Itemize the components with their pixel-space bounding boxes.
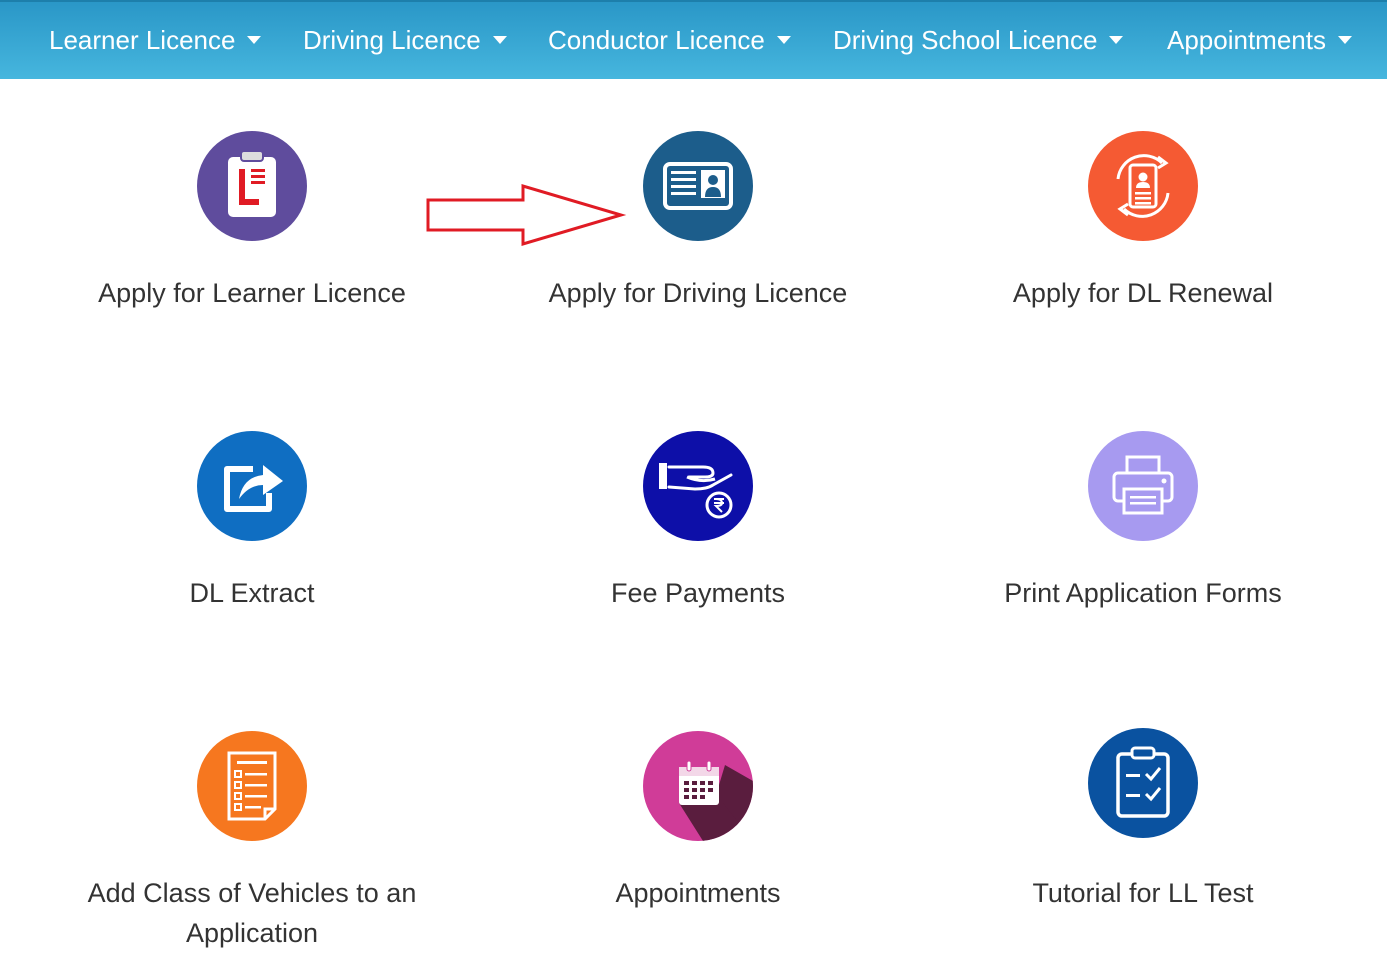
tile-apply-learner-licence-label: Apply for Learner Licence (98, 278, 406, 308)
tile-dl-extract-label: DL Extract (189, 578, 315, 608)
tile-add-class-of-vehicles[interactable]: Add Class of Vehicles to an Application (32, 731, 472, 953)
tile-apply-dl-renewal[interactable]: Apply for DL Renewal (923, 131, 1363, 313)
nav-driving-licence-label: Driving Licence (303, 25, 481, 55)
tile-print-application-forms-label: Print Application Forms (1004, 578, 1282, 608)
nav-conductor-licence-label: Conductor Licence (548, 25, 765, 55)
red-arrow-pointer-icon (425, 183, 627, 254)
tile-dl-extract[interactable]: DL Extract (32, 431, 472, 613)
calendar-icon[interactable] (643, 731, 753, 841)
nav-driving-school-licence-label: Driving School Licence (833, 25, 1098, 55)
caret-down-icon (492, 36, 507, 45)
nav-learner-licence[interactable]: Learner Licence (49, 2, 262, 81)
caret-down-icon (247, 36, 262, 45)
caret-down-icon (776, 36, 791, 45)
tile-tutorial-ll-test-label: Tutorial for LL Test (1032, 878, 1254, 908)
id-card-icon[interactable] (643, 131, 753, 241)
tile-tutorial-ll-test[interactable]: Tutorial for LL Test (923, 728, 1363, 913)
printer-icon[interactable] (1088, 431, 1198, 541)
hand-rupee-payment-icon[interactable] (643, 431, 753, 541)
caret-down-icon (1109, 36, 1124, 45)
tile-appointments[interactable]: Appointments (478, 731, 918, 913)
nav-appointments-label: Appointments (1167, 25, 1326, 55)
form-list-icon[interactable] (197, 731, 307, 841)
tile-add-class-of-vehicles-label: Add Class of Vehicles to an Application (87, 878, 417, 948)
tile-apply-learner-licence[interactable]: Apply for Learner Licence (32, 131, 472, 313)
top-navbar: Learner Licence Driving Licence Conducto… (0, 0, 1387, 79)
nav-appointments[interactable]: Appointments (1167, 2, 1352, 81)
nav-driving-licence[interactable]: Driving Licence (303, 2, 507, 81)
learner-licence-clipboard-icon[interactable] (197, 131, 307, 241)
nav-conductor-licence[interactable]: Conductor Licence (548, 2, 791, 81)
renewal-document-icon[interactable] (1088, 131, 1198, 241)
tile-fee-payments[interactable]: Fee Payments (478, 431, 918, 613)
nav-learner-licence-label: Learner Licence (49, 25, 236, 55)
caret-down-icon (1337, 36, 1352, 45)
tile-apply-dl-renewal-label: Apply for DL Renewal (1012, 278, 1274, 308)
nav-driving-school-licence[interactable]: Driving School Licence (833, 2, 1124, 81)
tile-print-application-forms[interactable]: Print Application Forms (923, 431, 1363, 613)
share-export-icon[interactable] (197, 431, 307, 541)
checklist-clipboard-icon[interactable] (1088, 728, 1198, 838)
tile-fee-payments-label: Fee Payments (610, 578, 786, 608)
tile-apply-driving-licence-label: Apply for Driving Licence (548, 278, 848, 308)
tile-appointments-label: Appointments (615, 878, 781, 908)
